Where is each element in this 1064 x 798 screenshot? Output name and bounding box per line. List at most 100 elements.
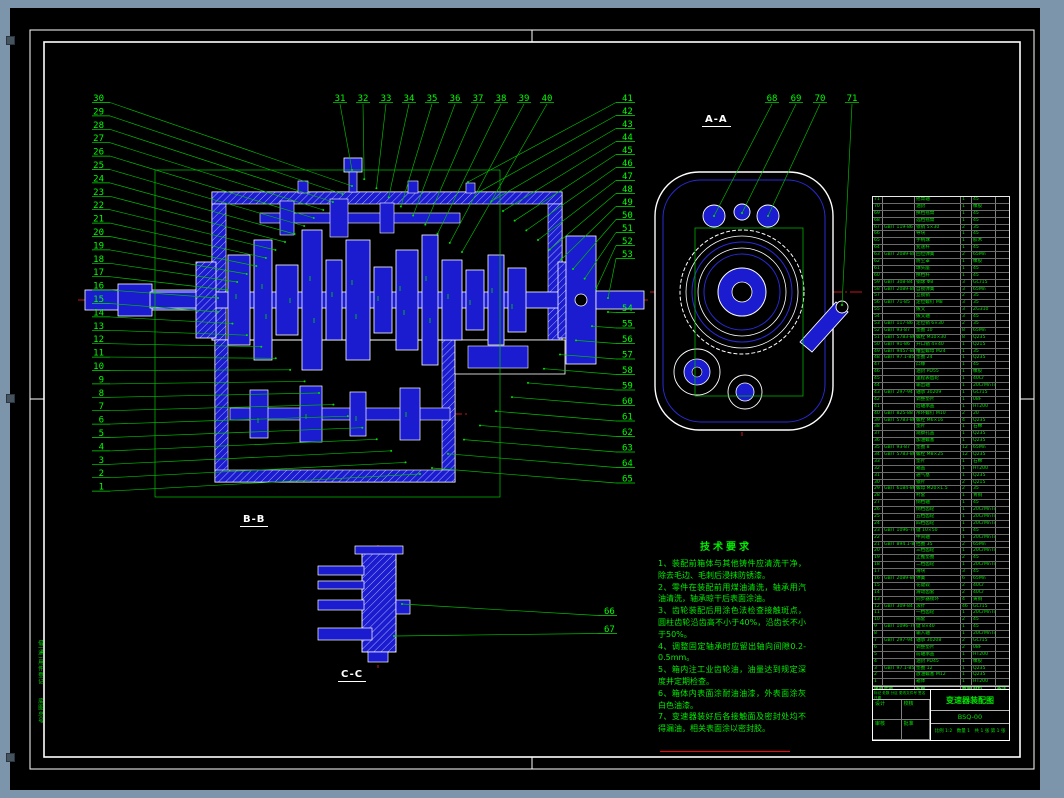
bom-row: 66 导块 1 45 <box>873 231 1009 239</box>
bom-row: 26 倒档齿轮 1 20CrMnTi <box>873 507 1009 514</box>
callout-number: 29 <box>93 107 104 117</box>
callout-number: 48 <box>622 185 633 195</box>
bom-row: 41 后轴承盖 1 HT200 <box>873 403 1009 411</box>
callout-number: 12 <box>93 335 104 345</box>
title-block-roles: 设计 校核 审核 批准 <box>873 700 930 740</box>
callout-number: 11 <box>93 349 104 359</box>
callout-number: 49 <box>622 198 633 208</box>
drawing-meta: 比例 1:2 数量 1 共 1 张 第 1 张 <box>934 729 1006 734</box>
cad-viewport: 30 29 28 27 26 25 24 23 22 21 20 19 18 17 16 15 14 13 12 11… <box>0 0 1064 798</box>
bom-row: 31 通气塞 1 Q235 <box>873 472 1009 480</box>
bom-row: 4 油封 PD45 1 橡胶 <box>873 658 1009 666</box>
tech-requirement-line: 4、调整固定轴承时应留出轴向间隙0.2-0.5mm。 <box>658 641 806 663</box>
callout-number: 26 <box>93 148 104 158</box>
callout-number: 22 <box>93 201 104 211</box>
callout-number: 55 <box>622 320 633 330</box>
bom-row: 33 垫片 1 石棉 <box>873 458 1009 466</box>
bom-row: 46 油封 PD55 1 橡胶 <box>873 369 1009 377</box>
callout-number: 68 <box>767 94 778 104</box>
bom-row: 24 四档齿轮 1 20CrMnTi <box>873 520 1009 528</box>
bom-row: 37 观察孔盖 1 Q235 <box>873 431 1009 439</box>
callout-number: 34 <box>404 94 415 104</box>
bom-row: 58 GB/T 2089-80 自锁弹簧 3 65Mn <box>873 286 1009 294</box>
bom-row: 29 GB/T 6184-86 螺母 M20×1.5 2 35 <box>873 486 1009 494</box>
role-label-review: 审核 <box>873 720 902 740</box>
bom-row: 44 输出轴 1 20CrMnTi <box>873 383 1009 390</box>
callout-number: 63 <box>622 444 633 454</box>
callout-number: 27 <box>93 134 104 144</box>
bom-row: 15 花键毂 2 40Cr <box>873 582 1009 590</box>
callout-number: 71 <box>847 94 858 104</box>
technical-requirements-title: 技术要求 <box>700 542 752 553</box>
callout-number: 5 <box>99 429 104 439</box>
callout-number: 53 <box>622 250 633 260</box>
callout-number: 35 <box>427 94 438 104</box>
callout-number: 61 <box>622 413 633 423</box>
drawing-code: BSQ-00 <box>931 711 1009 724</box>
callout-number: 9 <box>99 375 104 385</box>
callout-number: 4 <box>99 442 104 452</box>
callout-number: 33 <box>381 94 392 104</box>
bom-row: 53 GB/T 117-86 定位销 6×30 2 35 <box>873 321 1009 328</box>
bom-row: 49 GB/T 9457-88 槽型螺母 M24 1 35 <box>873 348 1009 356</box>
title-block: 标记 处数 分区 更改文件号 签名 日期 设计 校核 审核 批准 变速器装配图 … <box>872 689 1010 741</box>
bom-row: 38 垫片 1 石棉 <box>873 424 1009 432</box>
bom-row: 1 箱体 1 HT200 <box>873 679 1009 687</box>
bom-row: 51 GB/T 5783-86 螺栓 M10×30 8 Q235 <box>873 334 1009 342</box>
bom-row: 35 GB/T 93-87 垫圈 8 12 65Mn <box>873 445 1009 452</box>
bom-row: 63 GB/T 2089-80 回位弹簧 2 65Mn <box>873 252 1009 260</box>
bom-row: 40 GB/T 825-88 吊环螺钉 M10 2 20 <box>873 410 1009 418</box>
bom-row: 3 GB/T 97.1-85 垫圈 12 1 Q235 <box>873 665 1009 673</box>
tech-requirement-line: 1、装配前箱体与其他铸件应清洗干净，除去毛边、毛刺后浸抹防锈漆。 <box>658 559 806 580</box>
callout-number: 19 <box>93 241 104 251</box>
tech-requirement-line: 5、箱内注工业齿轮油，油量达到规定深度并定期检查。 <box>658 665 806 686</box>
view-label-cc: C-C <box>338 669 367 682</box>
callout-number: 50 <box>622 211 633 221</box>
callout-number: 40 <box>542 94 553 104</box>
callout-number: 45 <box>622 146 633 156</box>
bom-row: 6 调整垫片 2 08F <box>873 644 1009 652</box>
main-section-view <box>84 157 645 498</box>
callout-number: 25 <box>93 161 104 171</box>
role-label-approve: 批准 <box>901 720 930 740</box>
aa-view <box>654 171 849 431</box>
callout-number: 65 <box>622 475 633 485</box>
bom-row: 9 GB/T 1096-79 键 8×40 1 45 <box>873 624 1009 632</box>
role-label-check: 校核 <box>901 700 930 720</box>
callout-number: 30 <box>93 94 104 104</box>
bom-row: 45 里程表齿轮 1 40Cr <box>873 376 1009 384</box>
bom-row: 14 滑动齿套 2 40Cr <box>873 589 1009 597</box>
bom-row: 11 一档齿轮 1 20CrMnTi <box>873 610 1009 618</box>
callout-number: 28 <box>93 121 104 131</box>
callout-number: 23 <box>93 188 104 198</box>
bom-row: 50 GB/T 91-86 开口销 4×40 1 Q215 <box>873 341 1009 349</box>
callout-number: 56 <box>622 335 633 345</box>
callout-number: 69 <box>791 94 802 104</box>
tech-requirement-line: 7、变速器装好后各接触面及密封处均不得漏油，相关表面涂以密封胶。 <box>658 712 806 734</box>
callout-number: 62 <box>622 428 633 438</box>
bom-row: 18 二档齿轮 1 20CrMnTi <box>873 562 1009 570</box>
callout-number: 10 <box>93 362 104 372</box>
bom-row: 12 GB/T 309-84 滚针 46 GCr15 <box>873 603 1009 611</box>
bom-row: 7 GB/T 297-94 轴承 30208 2 GCr15 <box>873 638 1009 645</box>
bom-row: 56 GB/T 71-85 定位螺钉 M8 3 35 <box>873 300 1009 308</box>
title-block-left: 标记 处数 分区 更改文件号 签名 日期 设计 校核 审核 批准 <box>873 690 931 740</box>
callout-number: 17 <box>93 268 104 278</box>
callout-number: 18 <box>93 255 104 265</box>
bom-row: 10 隔套 2 45 <box>873 617 1009 625</box>
callout-number: 7 <box>99 402 104 412</box>
callout-number: 16 <box>93 282 104 292</box>
bom-row: 71 摇臂轴 1 45 <box>873 197 1009 204</box>
callout-number: 52 <box>622 237 633 247</box>
callout-number: 51 <box>622 224 633 234</box>
callout-number: 67 <box>604 625 615 635</box>
callout-number: 60 <box>622 397 633 407</box>
callout-number: 31 <box>335 94 346 104</box>
callout-number: 41 <box>622 94 633 104</box>
callout-number: 37 <box>473 94 484 104</box>
bom-row: 17 滑块 3 45 <box>873 569 1009 576</box>
bom-row: 30 锁片 2 Q215 <box>873 479 1009 487</box>
callout-number: 38 <box>496 94 507 104</box>
bom-row: 22 中间轴 1 20CrMnTi <box>873 534 1009 542</box>
callout-number: 3 <box>99 456 104 466</box>
